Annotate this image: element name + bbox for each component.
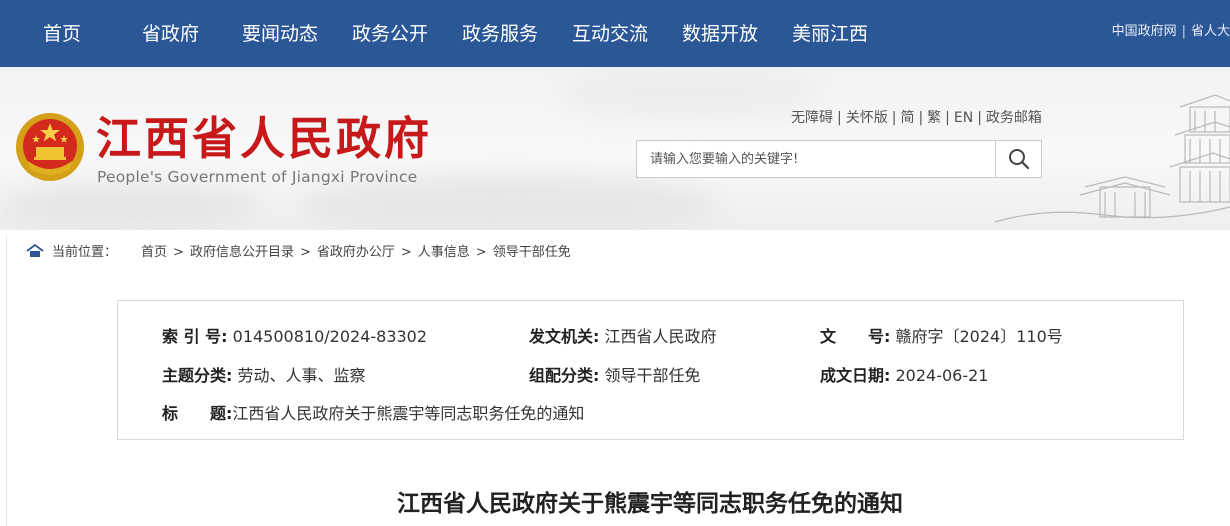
assembly-category-value: 领导干部任免 (604, 366, 701, 385)
nav-item-news[interactable]: 要闻动态 (242, 0, 318, 67)
breadcrumb-info-disclosure-catalog[interactable]: 政府信息公开目录 (190, 245, 294, 260)
index-number-value: 014500810/2024-83302 (232, 327, 428, 346)
breadcrumb-separator: > (475, 245, 487, 260)
nav-item-home[interactable]: 首页 (43, 0, 81, 67)
english-link[interactable]: EN (954, 110, 973, 126)
document-metadata-table: 索 引 号: 014500810/2024-83302 发文机关: 江西省人民政… (117, 300, 1184, 440)
document-number-field: 文 号: 赣府字〔2024〕110号 (820, 323, 1063, 347)
nav-item-beautiful-jiangxi[interactable]: 美丽江西 (792, 0, 868, 67)
breadcrumb: 当前位置： 首页 > 政府信息公开目录 > 省政府办公厅 > 人事信息 > 领导干部任免 (26, 240, 571, 266)
creation-date-label: 成文日期: (820, 366, 891, 385)
traditional-chinese-link[interactable]: 繁 (927, 110, 941, 126)
separator: | (1181, 24, 1186, 39)
issuing-authority-label: 发文机关: (529, 327, 600, 346)
background-mist (0, 187, 260, 227)
document-number-label: 文 号: (820, 327, 891, 346)
nav-item-provincial-government[interactable]: 省政府 (142, 0, 199, 67)
breadcrumb-cadre-appointments[interactable]: 领导干部任免 (493, 245, 571, 260)
nav-item-government-affairs-disclosure[interactable]: 政务公开 (352, 0, 428, 67)
search-box (636, 140, 1042, 178)
creation-date-field: 成文日期: 2024-06-21 (820, 362, 988, 386)
title-field: 标 题:江西省人民政府关于熊震宇等同志职务任免的通知 (162, 400, 584, 424)
nav-item-open-data[interactable]: 数据开放 (682, 0, 758, 67)
title-value: 江西省人民政府关于熊震宇等同志职务任免的通知 (232, 404, 585, 423)
index-number-field: 索 引 号: 014500810/2024-83302 (162, 323, 427, 347)
site-title[interactable]: 江西省人民政府 (96, 111, 432, 167)
document-number-value: 赣府字〔2024〕110号 (895, 327, 1063, 346)
background-mist (560, 67, 820, 117)
pavilion-illustration-icon (994, 94, 1230, 223)
nav-item-government-services[interactable]: 政务服务 (462, 0, 538, 67)
breadcrumb-general-office[interactable]: 省政府办公厅 (317, 245, 395, 260)
simplified-chinese-link[interactable]: 简 (900, 110, 914, 126)
quick-link-provincial-congress[interactable]: 省人大 (1191, 24, 1230, 39)
separator: | (977, 110, 982, 126)
topic-category-field: 主题分类: 劳动、人事、监察 (162, 362, 366, 386)
index-number-label: 索 引 号: (162, 327, 228, 346)
content-left-border (6, 236, 7, 526)
breadcrumb-label: 当前位置： (52, 245, 118, 260)
quick-link-china-gov[interactable]: 中国政府网 (1112, 24, 1177, 39)
quick-links: 中国政府网 | 省人大 (1112, 0, 1230, 67)
title-label: 标 题: (162, 404, 233, 423)
nav-item-interaction[interactable]: 互动交流 (572, 0, 648, 67)
breadcrumb-separator: > (299, 245, 311, 260)
assembly-category-label: 组配分类: (529, 366, 600, 385)
separator: | (918, 110, 924, 126)
issuing-authority-value: 江西省人民政府 (604, 327, 717, 346)
separator: | (945, 110, 950, 126)
assembly-category-field: 组配分类: 领导干部任免 (529, 362, 701, 386)
breadcrumb-separator: > (173, 245, 184, 260)
creation-date-value: 2024-06-21 (895, 366, 989, 385)
breadcrumb-home[interactable]: 首页 (141, 245, 167, 260)
issuing-authority-field: 发文机关: 江西省人民政府 (529, 323, 717, 347)
top-navigation-bar: 首页 省政府 要闻动态 政务公开 政务服务 互动交流 数据开放 美丽江西 中国政… (0, 0, 1230, 67)
separator: | (891, 110, 897, 126)
accessibility-link[interactable]: 无障碍 (791, 110, 833, 126)
site-header: 江西省人民政府 People's Government of Jiangxi P… (0, 67, 1230, 230)
topic-category-label: 主题分类: (162, 366, 233, 385)
home-icon (26, 244, 44, 257)
separator: | (837, 110, 842, 126)
national-emblem-icon (16, 113, 84, 181)
breadcrumb-separator: > (400, 245, 412, 260)
search-input[interactable] (637, 141, 997, 177)
breadcrumb-personnel-info[interactable]: 人事信息 (418, 245, 470, 260)
site-subtitle: People's Government of Jiangxi Province (97, 168, 418, 186)
care-mode-link[interactable]: 关怀版 (846, 110, 888, 126)
topic-category-value: 劳动、人事、监察 (237, 366, 366, 385)
document-title: 江西省人民政府关于熊震宇等同志职务任免的通知 (397, 491, 903, 517)
